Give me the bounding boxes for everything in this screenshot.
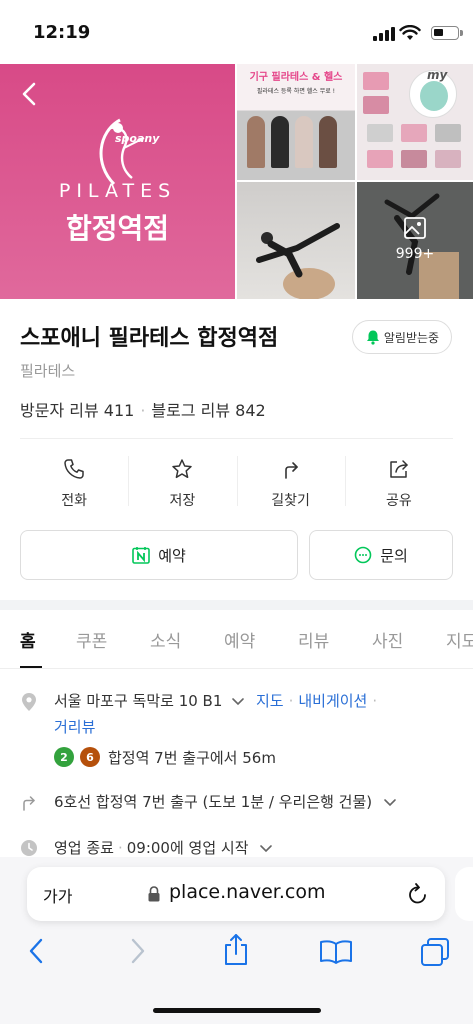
divider bbox=[20, 438, 453, 439]
chevron-down-icon bbox=[384, 798, 396, 806]
tab-map[interactable]: 지도 bbox=[446, 627, 473, 652]
bell-icon bbox=[366, 330, 379, 345]
cta-buttons: 예약 문의 bbox=[20, 530, 453, 580]
hero-gallery: spoany PILATES 합정역점 기구 필라테스 & 헬스 필라테스 등록… bbox=[0, 64, 473, 299]
next-tab-preview[interactable] bbox=[455, 867, 473, 921]
status-bar: 12:19 bbox=[0, 0, 473, 64]
subway-line-6-badge: 6 bbox=[80, 747, 100, 767]
gallery-icon bbox=[404, 217, 426, 239]
brand-name: spoany bbox=[115, 132, 160, 145]
street-view-link[interactable]: 거리뷰 bbox=[54, 716, 95, 737]
subway-distance: 합정역 7번 출구에서 56m bbox=[108, 749, 276, 767]
forward-icon[interactable] bbox=[128, 937, 148, 965]
cellular-signal-icon bbox=[373, 27, 395, 41]
tab-bar: 홈 쿠폰 소식 예약 리뷰 사진 지도 bbox=[0, 610, 473, 669]
back-icon[interactable] bbox=[26, 937, 46, 965]
promo-subtitle: 필라테스 등록 하면 헬스 무료 ! bbox=[256, 88, 336, 95]
alarm-label: 알림받는중 bbox=[383, 330, 440, 345]
share-button[interactable]: 공유 bbox=[344, 452, 453, 517]
hero-branch-text: 합정역점 bbox=[65, 212, 170, 245]
blog-review-link[interactable]: 블로그 리뷰 842 bbox=[151, 401, 265, 420]
alarm-button[interactable]: 알림받는중 bbox=[352, 320, 452, 354]
reserve-label: 예약 bbox=[158, 546, 186, 565]
hours-status: 영업 종료 bbox=[54, 839, 114, 857]
home-indicator bbox=[153, 1008, 321, 1013]
directions-icon bbox=[284, 462, 298, 479]
map-link[interactable]: 지도 bbox=[256, 692, 284, 710]
hours-next: 09:00에 영업 시작 bbox=[126, 839, 249, 857]
reserve-button[interactable]: 예약 bbox=[20, 530, 298, 580]
chevron-down-icon[interactable] bbox=[231, 697, 245, 707]
star-icon bbox=[172, 459, 193, 479]
tab-home[interactable]: 홈 bbox=[20, 627, 36, 652]
call-label: 전화 bbox=[61, 493, 87, 509]
exit-text: 6호선 합정역 7번 출구 (도보 1분 / 우리은행 건물) bbox=[54, 793, 373, 811]
section-gap bbox=[0, 600, 473, 610]
inquiry-label: 문의 bbox=[380, 546, 408, 565]
my-label: my bbox=[427, 68, 448, 82]
hero-pilates-text: PILATES bbox=[58, 180, 177, 202]
chevron-down-icon bbox=[260, 844, 273, 852]
review-summary: 방문자 리뷰 411 · 블로그 리뷰 842 bbox=[20, 397, 266, 421]
place-name: 스포애니 필라테스 합정역점 bbox=[20, 326, 279, 351]
chat-bubble-icon bbox=[354, 546, 372, 564]
photo-count: 999+ bbox=[395, 246, 435, 262]
navigation-link[interactable]: 내비게이션 bbox=[298, 692, 367, 710]
photo-thumbnail-more[interactable]: 999+ bbox=[357, 182, 473, 299]
action-bar: 전화 저장 길찾기 공유 bbox=[20, 452, 453, 517]
inquiry-button[interactable]: 문의 bbox=[309, 530, 453, 580]
share-icon bbox=[390, 460, 408, 478]
back-arrow-icon[interactable] bbox=[16, 80, 44, 108]
separator-dot: · bbox=[117, 839, 123, 857]
tab-reservation[interactable]: 예약 bbox=[224, 627, 255, 652]
save-label: 저장 bbox=[169, 493, 196, 509]
place-category: 필라테스 bbox=[20, 362, 76, 380]
call-button[interactable]: 전화 bbox=[20, 452, 128, 517]
lock-icon bbox=[148, 886, 160, 902]
url-text[interactable]: place.naver.com bbox=[169, 881, 325, 903]
subway-line-2-badge: 2 bbox=[54, 747, 74, 767]
tabs-icon[interactable] bbox=[420, 937, 450, 967]
directions-button[interactable]: 길찾기 bbox=[236, 452, 345, 517]
promo-title: 기구 필라테스 & 헬스 bbox=[249, 72, 343, 83]
photo-thumbnail-barrel[interactable] bbox=[237, 182, 355, 299]
tab-news[interactable]: 소식 bbox=[150, 627, 181, 652]
phone-icon bbox=[64, 459, 84, 479]
share-sheet-icon[interactable] bbox=[222, 933, 250, 967]
separator-dot: · bbox=[140, 401, 146, 420]
tab-coupon[interactable]: 쿠폰 bbox=[76, 627, 107, 652]
address-text: 서울 마포구 독막로 10 B1 bbox=[54, 692, 223, 710]
status-time: 12:19 bbox=[33, 22, 91, 43]
tab-photos[interactable]: 사진 bbox=[372, 627, 403, 652]
page-settings-button[interactable]: 가가 bbox=[43, 883, 72, 907]
location-pin-icon bbox=[22, 693, 36, 711]
battery-icon bbox=[431, 26, 463, 40]
tab-reviews[interactable]: 리뷰 bbox=[298, 627, 329, 652]
share-label: 공유 bbox=[385, 493, 412, 509]
naver-booking-icon bbox=[132, 547, 150, 564]
separator-dot: · bbox=[372, 692, 378, 710]
separator-dot: · bbox=[288, 692, 294, 710]
clock-icon bbox=[21, 840, 37, 856]
directions-small-icon bbox=[23, 796, 35, 811]
active-tab-indicator bbox=[20, 666, 42, 668]
photo-thumbnail-promo[interactable]: 기구 필라테스 & 헬스 필라테스 등록 하면 헬스 무료 ! bbox=[237, 64, 355, 180]
visitor-review-link[interactable]: 방문자 리뷰 411 bbox=[20, 401, 134, 420]
save-button[interactable]: 저장 bbox=[128, 452, 236, 517]
photo-thumbnail-collage[interactable]: my bbox=[357, 64, 473, 180]
address-bar[interactable]: 가가 place.naver.com bbox=[27, 867, 445, 921]
hero-main-image[interactable]: spoany PILATES 합정역점 bbox=[0, 64, 235, 299]
browser-toolbar: 가가 place.naver.com bbox=[0, 857, 473, 1024]
bookmarks-icon[interactable] bbox=[319, 939, 353, 965]
wifi-icon bbox=[399, 25, 421, 40]
reload-icon[interactable] bbox=[407, 882, 429, 906]
directions-label: 길찾기 bbox=[271, 493, 310, 509]
